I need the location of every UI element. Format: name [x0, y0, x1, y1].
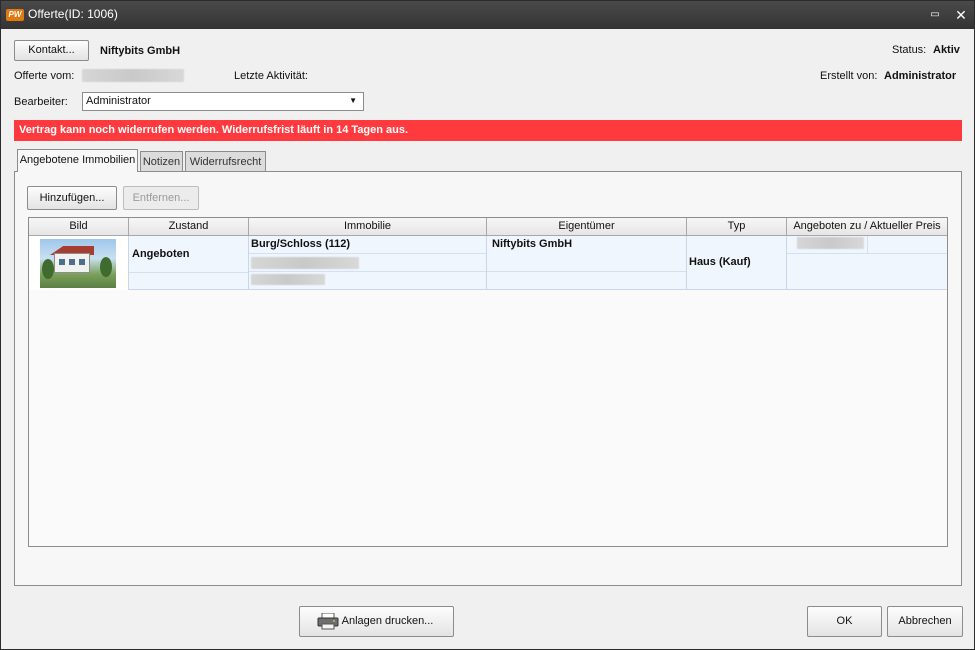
cell-price: [787, 236, 947, 290]
editor-label: Bearbeiter:: [14, 96, 68, 108]
properties-grid: Bild Zustand Immobilie Eigentümer Typ An…: [28, 217, 948, 547]
status-value: Aktiv: [933, 44, 960, 56]
column-header-immobilie[interactable]: Immobilie: [249, 218, 487, 236]
cell-image: [29, 236, 129, 290]
offered-price-redacted: [797, 237, 864, 249]
tab-withdrawal-right[interactable]: Widerrufsrecht: [185, 151, 266, 172]
column-header-price[interactable]: Angeboten zu / Aktueller Preis: [787, 218, 947, 236]
contact-name: Niftybits GmbH: [100, 45, 181, 57]
tab-panel-offered-properties: Hinzufügen... Entfernen... Bild Zustand …: [14, 171, 962, 586]
typ-value: Haus (Kauf): [689, 256, 751, 268]
contact-button[interactable]: Kontakt...: [14, 40, 89, 61]
offer-date-value-redacted: [82, 69, 184, 82]
title-bar: PW Offerte(ID: 1006) ▭ ✕: [1, 1, 974, 29]
immobilie-city-redacted: [251, 274, 325, 285]
offer-window: PW Offerte(ID: 1006) ▭ ✕ Kontakt... Nift…: [0, 0, 975, 650]
eigentuemer-value: Niftybits GmbH: [492, 238, 573, 250]
column-header-typ[interactable]: Typ: [687, 218, 787, 236]
cell-zustand: Angeboten: [129, 236, 249, 290]
offer-date-label: Offerte vom:: [14, 70, 75, 82]
print-attachments-label: Anlagen drucken...: [341, 615, 434, 627]
cell-immobilie: Burg/Schloss (112): [249, 236, 487, 290]
column-header-bild[interactable]: Bild: [29, 218, 129, 236]
editor-select[interactable]: Administrator ▼: [82, 92, 364, 111]
created-by-label: Erstellt von:: [820, 70, 878, 82]
remove-property-button[interactable]: Entfernen...: [123, 186, 199, 210]
zustand-value: Angeboten: [132, 248, 190, 260]
cancel-button[interactable]: Abbrechen: [887, 606, 963, 637]
status-label: Status:: [892, 44, 927, 56]
tab-offered-properties[interactable]: Angebotene Immobilien: [17, 149, 138, 172]
table-row[interactable]: Angeboten Burg/Schloss (112) Niftybits G…: [29, 236, 947, 290]
minimize-icon[interactable]: ▭: [926, 6, 944, 24]
immobilie-address-redacted: [251, 257, 359, 269]
property-thumbnail: [40, 239, 116, 288]
last-activity-label: Letzte Aktivität:: [234, 70, 308, 82]
column-header-eigentuemer[interactable]: Eigentümer: [487, 218, 687, 236]
created-by-value: Administrator: [884, 70, 957, 82]
cell-eigentuemer: Niftybits GmbH: [487, 236, 687, 290]
chevron-down-icon[interactable]: ▼: [349, 96, 357, 105]
printer-icon: [317, 613, 339, 630]
ok-button[interactable]: OK: [807, 606, 882, 637]
column-header-zustand[interactable]: Zustand: [129, 218, 249, 236]
tab-notes[interactable]: Notizen: [140, 151, 183, 172]
cell-typ: Haus (Kauf): [687, 236, 787, 290]
window-title: Offerte(ID: 1006): [28, 7, 118, 21]
editor-select-value: Administrator: [86, 95, 151, 107]
add-property-button[interactable]: Hinzufügen...: [27, 186, 117, 210]
app-logo-icon: PW: [6, 9, 24, 21]
withdrawal-warning-banner: Vertrag kann noch widerrufen werden. Wid…: [14, 120, 962, 141]
immobilie-value: Burg/Schloss (112): [251, 238, 351, 250]
close-icon[interactable]: ✕: [952, 6, 970, 24]
print-attachments-button[interactable]: Anlagen drucken...: [299, 606, 454, 637]
